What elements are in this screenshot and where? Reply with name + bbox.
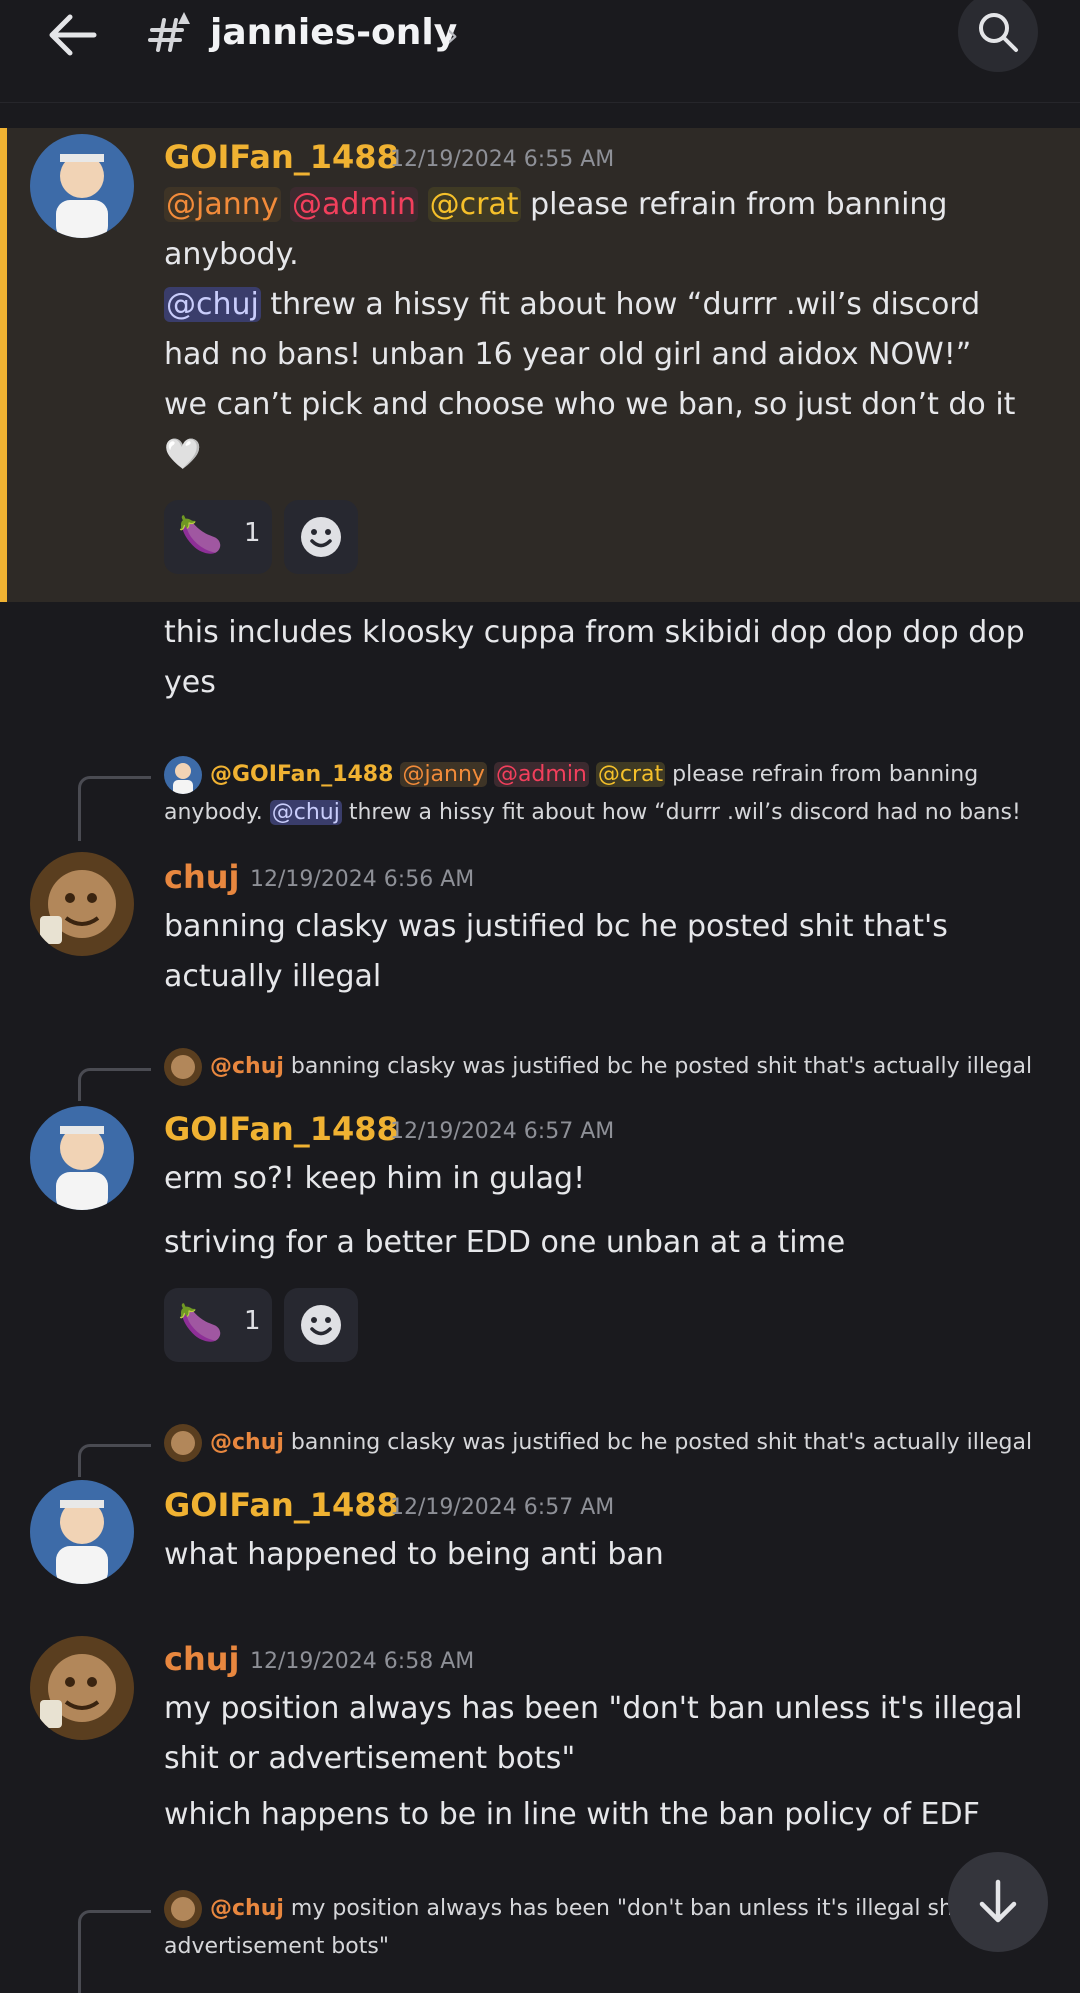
message-author[interactable]: chuj <box>164 858 240 896</box>
reply-spine <box>78 776 151 841</box>
message-timestamp: 12/19/2024 6:57 AM <box>390 1119 615 1144</box>
reply-author: @chuj <box>210 1430 284 1455</box>
mention-admin: @admin <box>493 762 589 787</box>
reply-preview[interactable]: @GOIFan_1488 @janny @admin @crat please … <box>164 756 1044 832</box>
reaction-count: 1 <box>244 518 261 548</box>
reply-text: my position always has been "don't ban u… <box>290 1896 960 1921</box>
avatar <box>164 1424 202 1462</box>
avatar[interactable] <box>30 134 134 238</box>
mention-chuj[interactable]: @chuj <box>164 287 261 322</box>
avatar[interactable] <box>30 1480 134 1584</box>
reply-spine <box>78 1068 151 1101</box>
eggplant-icon: 🍆 <box>178 1303 223 1344</box>
message-timestamp: 12/19/2024 6:57 AM <box>390 1495 615 1520</box>
arrow-left-icon <box>49 14 97 56</box>
mention-janny: @janny <box>400 762 487 787</box>
avatar[interactable] <box>30 1636 134 1740</box>
arrow-down-icon <box>979 1879 1017 1923</box>
search-icon <box>979 13 1018 52</box>
message-content: my position always has been "don't ban u… <box>164 1691 1023 1776</box>
smiley-face-icon <box>301 1305 341 1345</box>
mention-crat: @crat <box>595 762 666 787</box>
reply-preview[interactable]: @chuj my position always has been "don't… <box>164 1890 1044 1966</box>
channel-name[interactable]: jannies-only <box>210 12 457 53</box>
message-timestamp: 12/19/2024 6:56 AM <box>250 867 475 892</box>
message-content: this includes kloosky cuppa from skibidi… <box>164 615 1025 700</box>
message-text: threw a hissy fit about how “durrr .wil’… <box>164 287 981 372</box>
reply-text: advertisement bots" <box>164 1934 389 1959</box>
reply-spine <box>78 1444 151 1477</box>
reply-author: @chuj <box>210 1896 284 1921</box>
avatar[interactable] <box>30 1106 134 1210</box>
message-content: erm so?! keep him in gulag! <box>164 1161 586 1196</box>
eggplant-icon: 🍆 <box>178 515 223 556</box>
avatar <box>164 1890 202 1928</box>
channel-header: jannies-only › <box>0 0 1080 103</box>
reply-preview[interactable]: @chuj banning clasky was justified bc he… <box>164 1424 1044 1462</box>
message-content: which happens to be in line with the ban… <box>164 1797 980 1832</box>
reaction-eggplant[interactable]: 🍆 1 <box>164 500 272 574</box>
reply-preview[interactable]: @chuj banning clasky was justified bc he… <box>164 1048 1044 1086</box>
message-timestamp: 12/19/2024 6:58 AM <box>250 1649 475 1674</box>
message-content: striving for a better EDD one unban at a… <box>164 1225 846 1260</box>
reaction-count: 1 <box>244 1306 261 1336</box>
avatar[interactable] <box>30 852 134 956</box>
white-heart-emoji: 🤍 <box>164 437 202 472</box>
message-author[interactable]: GOIFan_1488 <box>164 138 399 176</box>
message-text: please refrain from banning anybody. <box>164 187 948 272</box>
add-reaction-button[interactable] <box>284 500 358 574</box>
text-channel-hash-icon <box>146 8 196 58</box>
avatar <box>164 1048 202 1086</box>
jump-to-bottom-button[interactable] <box>948 1852 1048 1952</box>
chevron-right-icon[interactable]: › <box>446 16 459 54</box>
message-content: @janny @admin @crat please refrain from … <box>164 180 1044 480</box>
back-button[interactable] <box>44 10 104 60</box>
reply-author: @chuj <box>210 1054 284 1079</box>
reaction-eggplant[interactable]: 🍆 1 <box>164 1288 272 1362</box>
smiley-face-icon <box>301 517 341 557</box>
mention-janny[interactable]: @janny <box>164 187 281 222</box>
mention-crat[interactable]: @crat <box>427 187 521 222</box>
reply-author: @GOIFan_1488 <box>210 762 394 787</box>
avatar <box>164 756 202 794</box>
add-reaction-button[interactable] <box>284 1288 358 1362</box>
mention-admin[interactable]: @admin <box>290 187 419 222</box>
message-content: what happened to being anti ban <box>164 1537 664 1572</box>
message-author[interactable]: GOIFan_1488 <box>164 1486 399 1524</box>
search-button[interactable] <box>958 0 1038 72</box>
reply-text: banning clasky was justified bc he poste… <box>290 1430 1033 1455</box>
message-text: we can’t pick and choose who we ban, so … <box>164 387 1016 422</box>
reply-text: threw a hissy fit about how “durrr .wil’… <box>348 800 1021 825</box>
reply-text: banning clasky was justified bc he poste… <box>290 1054 1033 1079</box>
message-content: banning clasky was justified bc he poste… <box>164 909 948 994</box>
mention-chuj: @chuj <box>269 800 342 825</box>
message-timestamp: 12/19/2024 6:55 AM <box>390 147 615 172</box>
message-author[interactable]: chuj <box>164 1640 240 1678</box>
message-author[interactable]: GOIFan_1488 <box>164 1110 399 1148</box>
reply-spine <box>78 1910 151 1993</box>
